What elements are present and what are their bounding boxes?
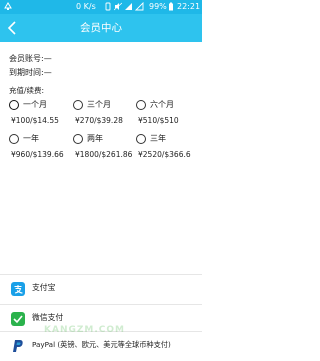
plan-label: 三年: [150, 134, 166, 143]
clock: 22:21: [177, 2, 201, 11]
payment-label: PayPal (英镑、欧元、美元等全球币种支付): [32, 340, 171, 349]
plans-section-label: 充值/续费:: [9, 86, 45, 95]
silent-icon: [113, 2, 123, 14]
plan-option-3-years[interactable]: 三年 ¥2520/$366.6: [136, 134, 198, 170]
plan-option-6-months[interactable]: 六个月 ¥510/$510: [136, 100, 198, 136]
divider: [0, 304, 202, 305]
plan-option-1-year[interactable]: 一年 ¥960/$139.66: [9, 134, 71, 170]
signal-icon: [124, 2, 133, 14]
plan-price: ¥960/$139.66: [11, 150, 64, 159]
plan-option-1-month[interactable]: 一个月 ¥100/$14.55: [9, 100, 71, 136]
divider: [0, 274, 202, 275]
plan-price: ¥270/$39.28: [75, 116, 123, 125]
vibrate-icon: [104, 2, 112, 14]
payment-paypal[interactable]: PayPal (英镑、欧元、美元等全球币种支付): [0, 335, 202, 361]
radio-3-years[interactable]: [136, 134, 146, 144]
payment-label: 微信支付: [32, 313, 64, 322]
plan-label: 一个月: [23, 100, 47, 109]
battery-percent: 99%: [149, 2, 167, 11]
plan-price: ¥2520/$366.6: [138, 150, 191, 159]
battery-icon: [168, 2, 174, 14]
alipay-icon: [11, 281, 25, 296]
plan-label: 一年: [23, 134, 39, 143]
radio-1-month[interactable]: [9, 100, 19, 110]
radio-3-months[interactable]: [73, 100, 83, 110]
paypal-icon: [11, 338, 25, 352]
net-speed: 0 K/s: [76, 2, 96, 11]
notification-icon: [4, 2, 12, 14]
app-header: 会员中心: [0, 14, 202, 42]
signal-icon-2: [134, 1, 144, 14]
expiry-label: 到期时间:—: [9, 68, 52, 77]
plan-label: 三个月: [87, 100, 111, 109]
plan-option-2-years[interactable]: 两年 ¥1800/$261.86: [73, 134, 135, 170]
plan-price: ¥510/$510: [138, 116, 179, 125]
plan-price: ¥100/$14.55: [11, 116, 59, 125]
plan-price: ¥1800/$261.86: [75, 150, 133, 159]
plan-label: 六个月: [150, 100, 174, 109]
account-label: 会员账号:—: [9, 54, 52, 63]
plan-label: 两年: [87, 134, 103, 143]
payment-alipay[interactable]: 支付宝: [0, 278, 202, 304]
watermark: KANGZM.COM: [44, 325, 125, 335]
wechat-pay-icon: [11, 311, 25, 326]
radio-2-years[interactable]: [73, 134, 83, 144]
status-bar: 0 K/s 99% 22:21: [0, 0, 202, 14]
page-title: 会员中心: [80, 22, 122, 34]
radio-6-months[interactable]: [136, 100, 146, 110]
plan-option-3-months[interactable]: 三个月 ¥270/$39.28: [73, 100, 135, 136]
payment-label: 支付宝: [32, 283, 56, 292]
radio-1-year[interactable]: [9, 134, 19, 144]
